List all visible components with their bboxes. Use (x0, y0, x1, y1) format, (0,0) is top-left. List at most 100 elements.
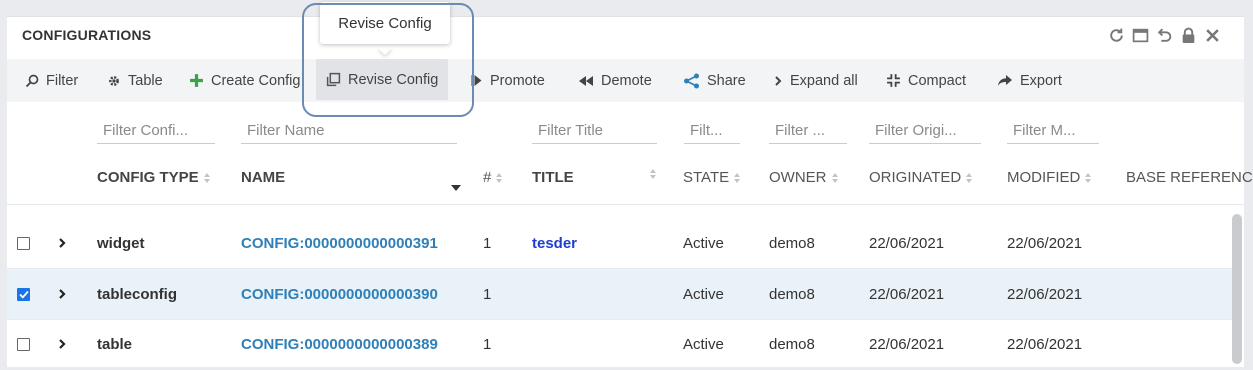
undo-icon[interactable] (1155, 26, 1174, 45)
column-header-state[interactable]: STATE (683, 169, 741, 186)
row-name-link[interactable]: CONFIG:0000000000000391 (241, 218, 438, 268)
refresh-icon[interactable] (1107, 26, 1126, 45)
export-button[interactable]: Export (997, 59, 1062, 102)
expand-row-chevron-icon[interactable] (57, 319, 67, 369)
demote-button[interactable]: Demote (578, 59, 652, 102)
column-modified-label: MODIFIED (1007, 169, 1081, 186)
table-label: Table (128, 72, 163, 89)
share-label: Share (707, 72, 746, 89)
configurations-panel: CONFIGURATIONS Filter Table Create Confi (7, 16, 1253, 370)
filter-owner-input[interactable] (769, 118, 847, 144)
share-icon (684, 73, 699, 88)
column-rev-label: # (483, 169, 492, 186)
maximize-icon[interactable] (1131, 26, 1150, 45)
gear-icon (109, 75, 119, 86)
row-modified: 22/06/2021 (1007, 335, 1083, 353)
table-row[interactable]: widget CONFIG:0000000000000391 1 tesder … (7, 218, 1234, 269)
promote-button[interactable]: Promote (471, 59, 545, 102)
column-header-rev[interactable]: # (483, 169, 503, 186)
expand-row-chevron-icon[interactable] (57, 218, 67, 268)
lock-icon[interactable] (1179, 26, 1198, 45)
row-state: Active (683, 285, 724, 303)
filter-originated-input[interactable] (869, 118, 981, 144)
column-header-title[interactable]: TITLE (532, 169, 574, 186)
row-owner: demo8 (769, 234, 815, 252)
column-owner-label: OWNER (769, 169, 827, 186)
sort-icon (1085, 172, 1092, 183)
row-config-type: tableconfig (97, 285, 178, 303)
row-name-link[interactable]: CONFIG:0000000000000389 (241, 319, 438, 369)
header-divider (7, 204, 1244, 205)
table-row[interactable]: table CONFIG:0000000000000389 1 Active d… (7, 319, 1234, 370)
row-owner: demo8 (769, 285, 815, 303)
row-config-type: widget (97, 234, 145, 252)
revise-config-label: Revise Config (348, 71, 439, 88)
copy-icon (326, 72, 341, 87)
row-title-link[interactable]: tesder (532, 218, 577, 268)
row-rev: 1 (483, 234, 492, 252)
filter-state-input[interactable] (684, 118, 740, 144)
promote-label: Promote (490, 72, 545, 89)
row-originated: 22/06/2021 (869, 335, 945, 353)
sort-icon (734, 172, 741, 183)
window-controls (1107, 26, 1222, 45)
column-state-label: STATE (683, 169, 730, 186)
expand-all-button[interactable]: Expand all (773, 59, 858, 102)
compress-icon (887, 74, 900, 87)
column-config-type-label: CONFIG TYPE (97, 169, 199, 186)
filter-modified-input[interactable] (1007, 118, 1099, 144)
close-icon[interactable] (1203, 26, 1222, 45)
fast-backward-icon (579, 75, 593, 86)
column-title-label: TITLE (532, 169, 574, 186)
checkbox-unchecked-icon (17, 337, 30, 351)
row-checkbox[interactable] (17, 218, 30, 268)
filter-title-input[interactable] (532, 118, 657, 144)
table-row[interactable]: tableconfig CONFIG:0000000000000390 1 Ac… (7, 269, 1234, 320)
table-button[interactable]: Table (107, 59, 163, 102)
sort-icon (496, 172, 503, 183)
row-originated: 22/06/2021 (869, 285, 945, 303)
filter-config-type-input[interactable] (97, 118, 215, 144)
compact-label: Compact (908, 72, 967, 89)
row-name-link[interactable]: CONFIG:0000000000000390 (241, 269, 438, 319)
expand-row-chevron-icon[interactable] (57, 269, 67, 319)
create-config-button[interactable]: Create Config (189, 59, 300, 102)
sort-icon (966, 172, 973, 183)
vertical-scrollbar[interactable] (1232, 214, 1242, 364)
sort-icon (203, 172, 210, 183)
row-modified: 22/06/2021 (1007, 285, 1083, 303)
toolbar: Filter Table Create Config Revise Config… (7, 59, 1244, 102)
sort-icon (831, 172, 838, 183)
sort-icon[interactable] (650, 169, 656, 179)
column-header-modified[interactable]: MODIFIED (1007, 169, 1092, 186)
column-header-config-type[interactable]: CONFIG TYPE (97, 169, 210, 186)
row-checkbox[interactable] (17, 269, 30, 319)
column-header-base-reference[interactable]: BASE REFERENC (1126, 169, 1253, 186)
filter-name-input[interactable] (241, 118, 457, 144)
column-header-owner[interactable]: OWNER (769, 169, 838, 186)
demote-label: Demote (601, 72, 652, 89)
expand-all-label: Expand all (790, 72, 858, 89)
row-checkbox[interactable] (17, 319, 30, 369)
column-name-label: NAME (241, 169, 286, 186)
share-button[interactable]: Share (683, 59, 746, 102)
export-arrow-icon (998, 74, 1012, 86)
step-forward-icon (471, 75, 482, 86)
row-state: Active (683, 234, 724, 252)
column-originated-label: ORIGINATED (869, 169, 962, 186)
panel-title: CONFIGURATIONS (22, 27, 152, 43)
filter-button[interactable]: Filter (25, 59, 78, 102)
row-rev: 1 (483, 335, 492, 353)
row-rev: 1 (483, 285, 492, 303)
compact-button[interactable]: Compact (886, 59, 966, 102)
create-config-label: Create Config (211, 72, 301, 89)
column-header-originated[interactable]: ORIGINATED (869, 169, 973, 186)
checkbox-unchecked-icon (17, 236, 30, 250)
row-state: Active (683, 335, 724, 353)
column-header-name[interactable]: NAME (241, 169, 285, 186)
revise-config-button[interactable]: Revise Config (316, 59, 449, 100)
chevron-right-icon (775, 75, 782, 86)
filter-label: Filter (46, 72, 79, 89)
row-owner: demo8 (769, 335, 815, 353)
sort-descending-icon[interactable] (451, 185, 461, 192)
